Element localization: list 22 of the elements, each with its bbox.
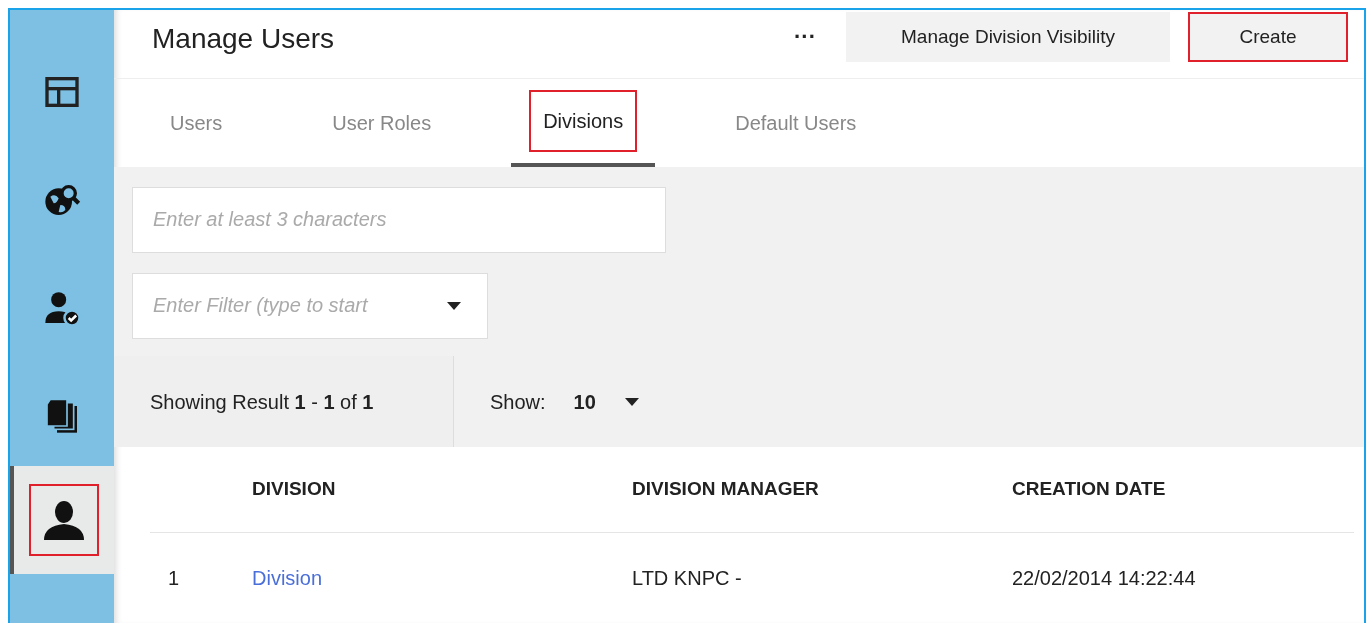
caret-icon <box>623 396 640 407</box>
header-button[interactable]: Manage Division Visibility <box>846 12 1170 62</box>
table-cell: 22/02/2014 14:22:44 <box>1012 567 1196 589</box>
table-cell: LTD KNPC - <box>632 567 742 589</box>
search-field[interactable]: Enter at least 3 characters <box>132 186 666 253</box>
tab[interactable]: Default Users <box>705 78 887 167</box>
row-number: 1 <box>168 567 180 589</box>
division-link[interactable]: Division <box>252 567 323 589</box>
page-size-dropdown[interactable]: 10 <box>573 386 640 417</box>
header-button[interactable]: Create <box>1188 12 1348 62</box>
filter-dropdown[interactable]: Enter Filter (type to start <box>132 272 488 339</box>
results-summary: Showing Result 1 - 1 of 1 <box>150 389 374 415</box>
page-title: Manage Users <box>152 22 335 56</box>
column-header: DIVISION MANAGER <box>632 478 819 500</box>
column-header: DIVISION <box>252 478 336 500</box>
tab[interactable]: Users <box>140 78 253 167</box>
column-header: CREATION DATE <box>1012 478 1166 500</box>
more-button[interactable]: ··· <box>794 20 816 53</box>
caret-icon <box>446 300 462 311</box>
tab[interactable]: User Roles <box>302 78 462 167</box>
sidebar-item[interactable] <box>10 466 114 574</box>
show-label: Show: <box>490 389 546 415</box>
